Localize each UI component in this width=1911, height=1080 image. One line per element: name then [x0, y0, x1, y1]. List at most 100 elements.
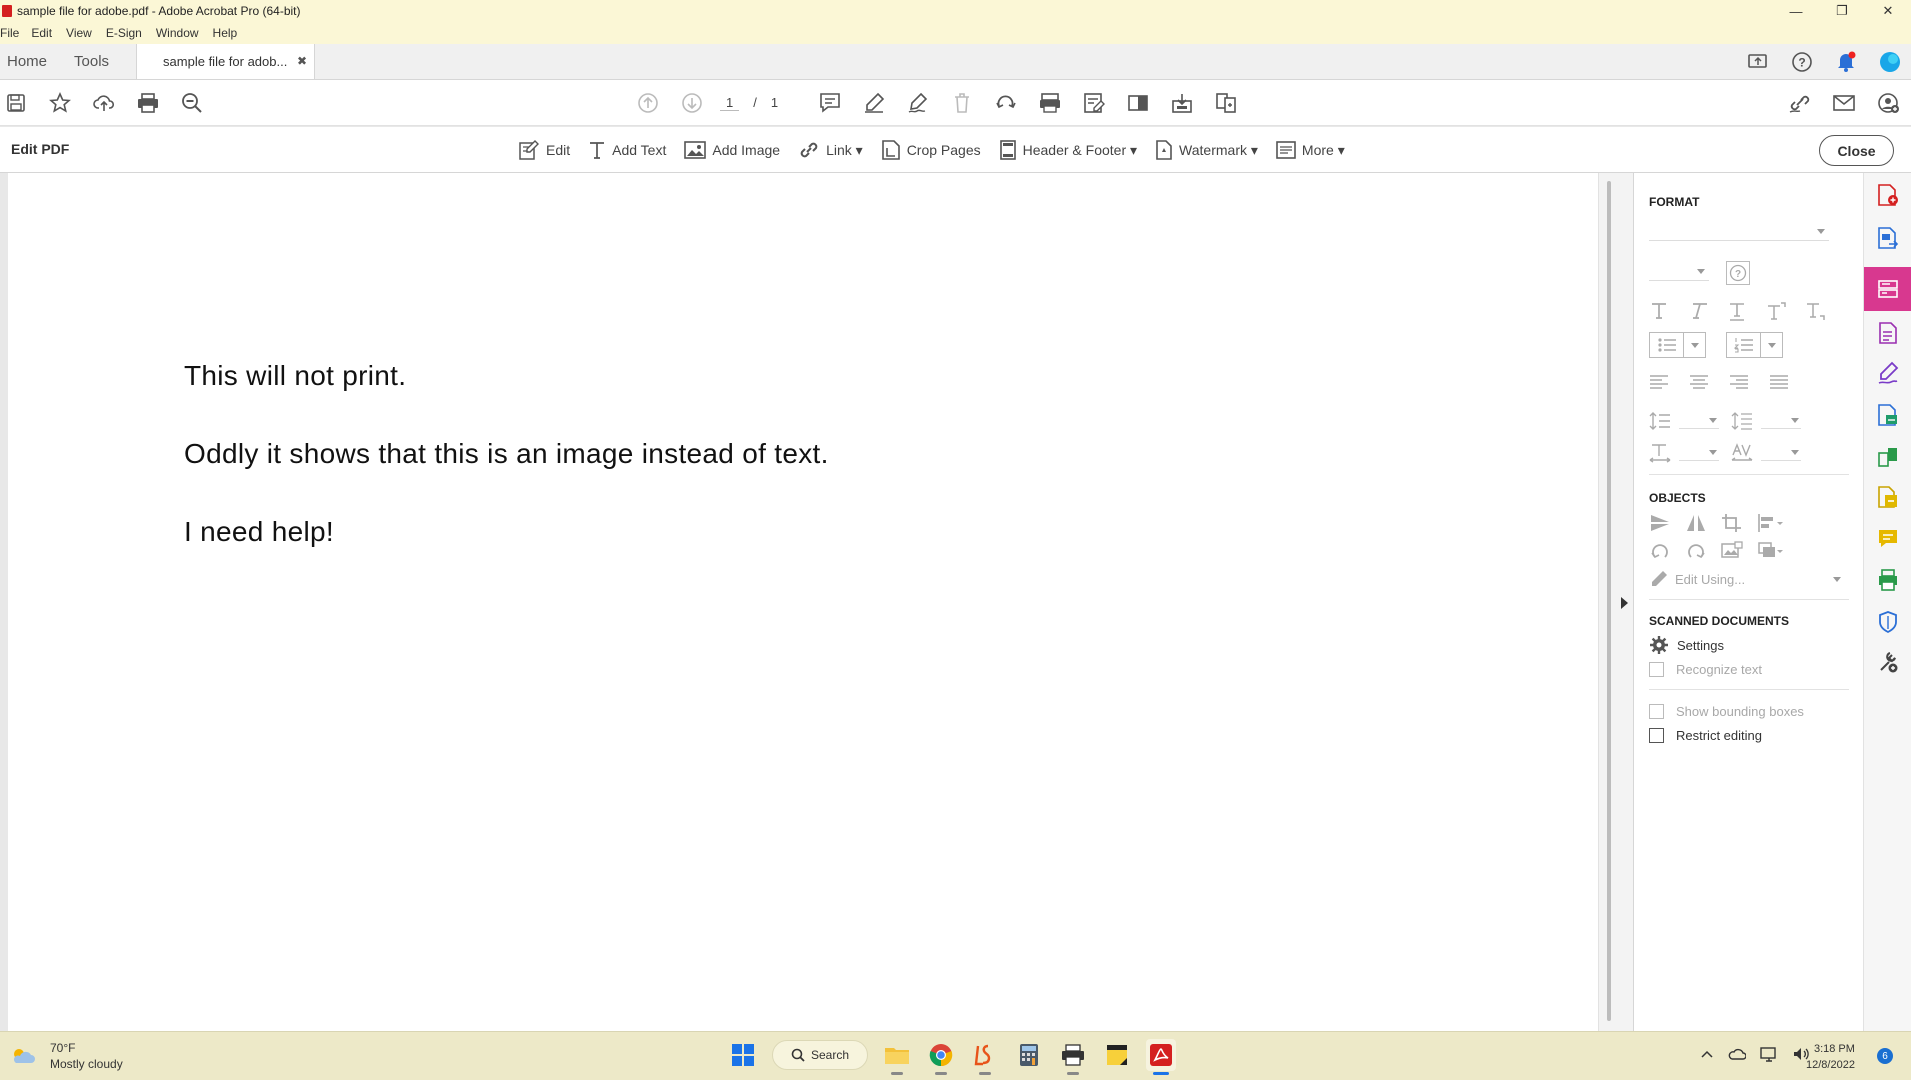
- line-spacing-dropdown[interactable]: [1679, 413, 1719, 429]
- notifications-bell-icon[interactable]: [1835, 51, 1857, 73]
- minimize-button[interactable]: —: [1773, 0, 1819, 22]
- help-icon[interactable]: ?: [1791, 51, 1813, 73]
- export-icon[interactable]: [1170, 91, 1194, 115]
- scrollbar-thumb[interactable]: [1607, 181, 1611, 1021]
- combine-files-icon[interactable]: [1876, 485, 1900, 509]
- recognize-text-option[interactable]: Recognize text: [1649, 662, 1762, 677]
- scan-ocr-icon[interactable]: [1876, 403, 1900, 427]
- system-clock[interactable]: 3:18 PM 12/8/2022: [1806, 1041, 1855, 1073]
- system-tray: [1700, 1046, 1810, 1062]
- fill-sign-icon[interactable]: [1876, 361, 1900, 385]
- add-account-icon[interactable]: [1876, 91, 1900, 115]
- close-edit-button[interactable]: Close: [1819, 135, 1894, 166]
- menu-window[interactable]: Window: [156, 26, 199, 40]
- numbered-list-dropdown[interactable]: [1726, 332, 1783, 358]
- add-image-button[interactable]: Add Image: [684, 140, 780, 160]
- scaling-dropdown[interactable]: [1679, 445, 1719, 461]
- sticky-notes-icon[interactable]: [1102, 1039, 1132, 1071]
- print-production-icon[interactable]: [1876, 568, 1900, 592]
- edit-using-row[interactable]: Edit Using...: [1649, 569, 1849, 589]
- sign-icon[interactable]: [906, 91, 930, 115]
- share-screen-icon[interactable]: [1747, 51, 1769, 73]
- document-line-2[interactable]: Oddly it shows that this is an image ins…: [184, 438, 829, 470]
- menu-esign[interactable]: E-Sign: [106, 26, 142, 40]
- zoom-out-icon[interactable]: [180, 91, 204, 115]
- scanned-settings-button[interactable]: Settings: [1649, 635, 1724, 655]
- menu-file[interactable]: File: [0, 26, 19, 40]
- collapse-panel-arrow-icon[interactable]: [1621, 597, 1628, 609]
- edit-pdf-icon[interactable]: [1876, 277, 1900, 301]
- close-window-button[interactable]: ✕: [1865, 0, 1911, 22]
- font-size-dropdown[interactable]: [1649, 263, 1709, 281]
- left-panel-strip: [0, 173, 8, 1031]
- scan-icon[interactable]: [1038, 91, 1062, 115]
- add-text-button[interactable]: Add Text: [588, 140, 666, 160]
- document-line-3[interactable]: I need help!: [184, 516, 334, 548]
- tab-tools[interactable]: Tools: [67, 44, 116, 79]
- text-style-row: [1649, 301, 1825, 321]
- cloud-upload-icon[interactable]: [92, 91, 116, 115]
- form-edit-icon[interactable]: [1082, 91, 1106, 115]
- show-bounding-boxes-option[interactable]: Show bounding boxes: [1649, 704, 1804, 719]
- watermark-button[interactable]: Watermark ▾: [1155, 139, 1258, 161]
- weather-widget[interactable]: 70°F Mostly cloudy: [10, 1040, 123, 1072]
- menu-view[interactable]: View: [66, 26, 92, 40]
- protect-shield-icon[interactable]: [1876, 610, 1900, 634]
- link-button[interactable]: Link ▾: [798, 139, 863, 161]
- chrome-icon[interactable]: [926, 1039, 956, 1075]
- profile-avatar-icon[interactable]: [1879, 51, 1901, 73]
- next-page-icon[interactable]: [680, 91, 704, 115]
- show-bounding-boxes-checkbox[interactable]: [1649, 704, 1664, 719]
- more-button[interactable]: More ▾: [1276, 141, 1345, 159]
- create-form-icon[interactable]: [1876, 321, 1900, 345]
- save-icon[interactable]: [4, 91, 28, 115]
- edit-tool-button[interactable]: Edit: [518, 139, 570, 161]
- export-pdf-icon[interactable]: [1876, 226, 1900, 250]
- bookmark-star-icon[interactable]: [48, 91, 72, 115]
- bullet-list-dropdown[interactable]: [1649, 332, 1706, 358]
- close-tab-icon[interactable]: ✖: [297, 54, 307, 68]
- restrict-editing-option[interactable]: Restrict editing: [1649, 728, 1762, 743]
- menu-help[interactable]: Help: [213, 26, 238, 40]
- delete-trash-icon[interactable]: [950, 91, 974, 115]
- organize-pages-rail-icon[interactable]: [1876, 445, 1900, 469]
- redact-icon[interactable]: [1126, 91, 1150, 115]
- share-link-icon[interactable]: [1788, 91, 1812, 115]
- printer-app-icon[interactable]: [1058, 1039, 1088, 1075]
- page-current-input[interactable]: 1: [720, 95, 740, 111]
- notification-count-badge[interactable]: 6: [1877, 1048, 1893, 1064]
- tab-document[interactable]: sample file for adob... ✖: [136, 44, 316, 79]
- file-explorer-icon[interactable]: [882, 1039, 912, 1075]
- previous-page-icon[interactable]: [636, 91, 660, 115]
- rotate-icon[interactable]: [994, 91, 1018, 115]
- taskbar-search[interactable]: Search: [772, 1040, 868, 1070]
- more-tools-icon[interactable]: [1876, 650, 1900, 674]
- header-footer-button[interactable]: Header & Footer ▾: [999, 139, 1137, 161]
- livesplit-app-icon[interactable]: [970, 1039, 1000, 1075]
- character-spacing-dropdown[interactable]: [1761, 445, 1801, 461]
- menu-edit[interactable]: Edit: [31, 26, 52, 40]
- print-icon[interactable]: [136, 91, 160, 115]
- windows-taskbar: 70°F Mostly cloudy Search 3:18 PM 12/8/2…: [0, 1031, 1911, 1080]
- recognize-text-checkbox[interactable]: [1649, 662, 1664, 677]
- windows-start-icon[interactable]: [728, 1039, 758, 1071]
- font-family-dropdown[interactable]: [1649, 223, 1829, 241]
- crop-pages-button[interactable]: Crop Pages: [881, 139, 981, 161]
- align-objects-icon: [1758, 514, 1783, 532]
- acrobat-taskbar-icon[interactable]: [1146, 1039, 1176, 1075]
- restrict-editing-checkbox[interactable]: [1649, 728, 1664, 743]
- comment-icon[interactable]: [818, 91, 842, 115]
- paragraph-spacing-dropdown[interactable]: [1761, 413, 1801, 429]
- create-pdf-icon[interactable]: [1876, 183, 1900, 207]
- email-icon[interactable]: [1832, 91, 1856, 115]
- highlight-pen-icon[interactable]: [862, 91, 886, 115]
- vertical-scrollbar[interactable]: [1598, 173, 1633, 1031]
- calculator-icon[interactable]: [1014, 1039, 1044, 1071]
- pdf-page[interactable]: This will not print. Oddly it shows that…: [8, 175, 1598, 1031]
- comment-rail-icon[interactable]: [1876, 527, 1900, 551]
- tab-home[interactable]: Home: [0, 44, 67, 79]
- font-help-icon[interactable]: ?: [1726, 261, 1750, 285]
- document-line-1[interactable]: This will not print.: [184, 360, 406, 392]
- organize-pages-icon[interactable]: [1214, 91, 1238, 115]
- restore-button[interactable]: ❐: [1819, 0, 1865, 22]
